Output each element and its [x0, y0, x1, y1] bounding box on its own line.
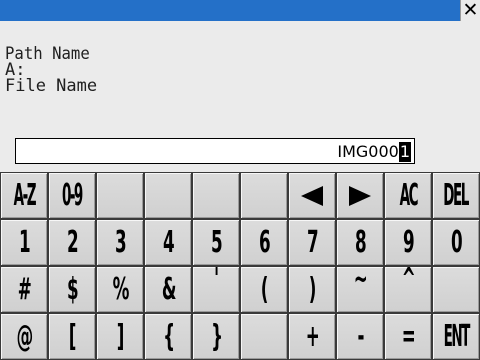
key-underscore[interactable]: _: [240, 313, 288, 360]
key-percent[interactable]: %: [96, 266, 144, 313]
key-close-bracket[interactable]: ]: [96, 313, 144, 360]
file-info: Path Name A: File Name: [5, 44, 98, 96]
arrow-left-icon: [301, 185, 323, 206]
key-open-paren[interactable]: (: [240, 266, 288, 313]
key-cursor-right[interactable]: [336, 172, 384, 219]
key-0-9[interactable]: 0-9: [48, 172, 96, 219]
key-enter[interactable]: ENT: [432, 313, 480, 360]
key-blank[interactable]: [192, 172, 240, 219]
key-blank[interactable]: [432, 266, 480, 313]
key-close-brace[interactable]: }: [192, 313, 240, 360]
title-bar: [0, 0, 480, 21]
key-close-paren[interactable]: ): [288, 266, 336, 313]
key-3[interactable]: 3: [96, 219, 144, 266]
on-screen-keyboard: A-Z 0-9 AC DEL 1 2 3 4 5 6 7 8 9 0 # $ %…: [0, 172, 480, 360]
key-2[interactable]: 2: [48, 219, 96, 266]
key-minus[interactable]: -: [336, 313, 384, 360]
text-cursor: 1: [398, 142, 411, 162]
path-name-label: Path Name: [5, 44, 90, 64]
key-plus[interactable]: +: [288, 313, 336, 360]
key-apostrophe[interactable]: ': [192, 266, 240, 313]
key-open-bracket[interactable]: [: [48, 313, 96, 360]
arrow-right-icon: [349, 185, 371, 206]
file-name-value: IMG000: [337, 142, 399, 161]
key-all-clear[interactable]: AC: [384, 172, 432, 219]
key-hash[interactable]: #: [0, 266, 48, 313]
key-tilde[interactable]: ~: [336, 266, 384, 313]
key-ampersand[interactable]: &: [144, 266, 192, 313]
key-8[interactable]: 8: [336, 219, 384, 266]
file-name-input[interactable]: IMG0001: [15, 138, 415, 164]
key-blank[interactable]: [240, 172, 288, 219]
key-9[interactable]: 9: [384, 219, 432, 266]
key-cursor-left[interactable]: [288, 172, 336, 219]
key-0[interactable]: 0: [432, 219, 480, 266]
key-blank[interactable]: [144, 172, 192, 219]
key-4[interactable]: 4: [144, 219, 192, 266]
key-equals[interactable]: =: [384, 313, 432, 360]
key-a-z[interactable]: A-Z: [0, 172, 48, 219]
key-6[interactable]: 6: [240, 219, 288, 266]
key-blank[interactable]: [96, 172, 144, 219]
close-button[interactable]: ✕: [460, 0, 480, 21]
key-5[interactable]: 5: [192, 219, 240, 266]
key-caret[interactable]: ^: [384, 266, 432, 313]
key-delete[interactable]: DEL: [432, 172, 480, 219]
file-name-label: File Name: [5, 76, 98, 96]
key-7[interactable]: 7: [288, 219, 336, 266]
key-at[interactable]: @: [0, 313, 48, 360]
file-name-text: IMG0001: [337, 142, 411, 162]
key-dollar[interactable]: $: [48, 266, 96, 313]
key-open-brace[interactable]: {: [144, 313, 192, 360]
key-1[interactable]: 1: [0, 219, 48, 266]
